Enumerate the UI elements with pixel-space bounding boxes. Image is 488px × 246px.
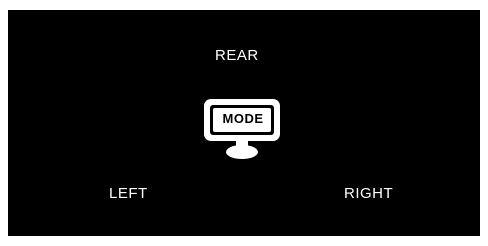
right-label: RIGHT [344,185,394,202]
display-screen: REAR MODE LEFT RIGHT [8,10,480,236]
mode-button[interactable]: MODE [201,96,285,162]
left-label: LEFT [109,185,148,202]
mode-label: MODE [222,111,264,126]
monitor-icon [204,99,280,159]
rear-label: REAR [215,47,259,64]
